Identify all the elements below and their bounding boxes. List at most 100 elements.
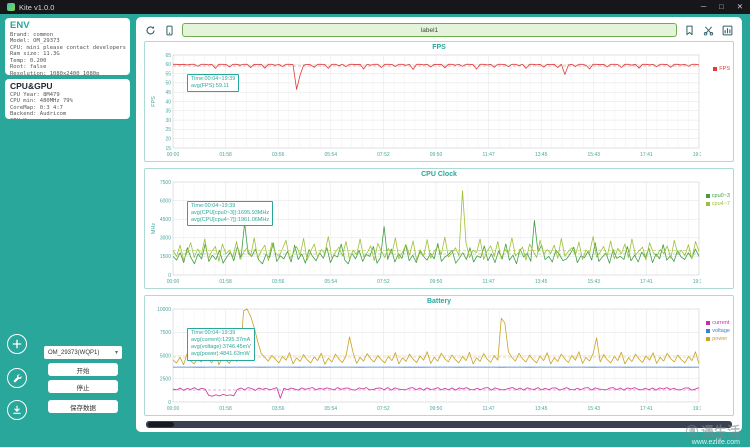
- svg-text:11:47: 11:47: [483, 406, 495, 412]
- legend-swatch-icon: [705, 202, 710, 206]
- svg-text:FPS: FPS: [151, 96, 157, 107]
- add-button[interactable]: [7, 334, 27, 354]
- tooltip-line: avg(FPS):59.11: [191, 83, 230, 90]
- svg-text:45: 45: [165, 90, 171, 96]
- tooltip-line: avg(power):4841.63mW: [191, 351, 250, 358]
- svg-text:19:39: 19:39: [693, 279, 701, 285]
- chart-legend: current voltage power: [706, 320, 730, 342]
- svg-text:13:45: 13:45: [535, 152, 548, 158]
- svg-text:55: 55: [165, 71, 171, 77]
- svg-text:11:47: 11:47: [483, 152, 495, 158]
- cpu-gpu-card-title: CPU&GPU: [10, 81, 53, 91]
- legend-item[interactable]: cpu4~7: [705, 201, 730, 207]
- save-data-button[interactable]: 保存数据: [48, 400, 118, 413]
- legend-swatch-icon: [706, 321, 711, 325]
- svg-text:00:00: 00:00: [167, 152, 180, 158]
- cut-button[interactable]: [702, 24, 715, 37]
- chart-tooltip: Time:00:04~19:39 avg(current):1295.37mA av…: [187, 328, 255, 361]
- env-card-title: ENV: [10, 20, 30, 31]
- watermark-url: www.ezlife.com: [691, 439, 740, 446]
- svg-text:25: 25: [165, 127, 171, 133]
- maximize-button[interactable]: □: [719, 0, 724, 14]
- tooltip-line: avg(CPU[cpu4~7]):1961.06MHz: [191, 217, 270, 224]
- legend-item[interactable]: cpu0~3: [705, 193, 730, 199]
- svg-text:7500: 7500: [160, 330, 171, 336]
- svg-text:05:54: 05:54: [325, 406, 338, 412]
- chart-tooltip: Time:00:04~19:39 avg(FPS):59.11: [187, 74, 240, 93]
- minimize-button[interactable]: ─: [701, 0, 706, 14]
- download-icon: [13, 405, 21, 414]
- svg-text:60: 60: [165, 62, 171, 68]
- title-bar: Kite v1.0.0 ─ □ ✕: [0, 0, 750, 14]
- svg-text:4500: 4500: [160, 217, 171, 223]
- legend-swatch-icon: [706, 337, 711, 341]
- legend-label: voltage: [712, 328, 730, 334]
- svg-text:15:43: 15:43: [588, 279, 601, 285]
- svg-text:17:41: 17:41: [640, 406, 653, 412]
- svg-text:15: 15: [165, 146, 171, 152]
- svg-text:7500: 7500: [160, 180, 171, 186]
- legend-label: cpu4~7: [711, 201, 730, 207]
- tooltip-line: Time:00:04~19:39: [191, 76, 236, 82]
- cpu-gpu-card: CPU&GPU CPU Year: 8M479 CPU min: 480MHz 7…: [5, 79, 130, 119]
- label-input[interactable]: label1: [182, 23, 677, 37]
- fps-plot[interactable]: 65 60 55 50 45 40 35 30 25 20 1500:00 01:58 03:56 05:…: [149, 52, 701, 158]
- cpu-gpu-lines: CPU Year: 8M479 CPU min: 480MHz 79% CoreMa…: [10, 92, 125, 119]
- chart-title: FPS: [432, 44, 446, 51]
- svg-text:13:45: 13:45: [535, 279, 548, 285]
- svg-text:05:54: 05:54: [325, 279, 338, 285]
- svg-text:00:00: 00:00: [167, 406, 180, 412]
- svg-text:15:43: 15:43: [588, 152, 601, 158]
- svg-text:09:50: 09:50: [430, 406, 443, 412]
- svg-text:50: 50: [165, 81, 171, 87]
- scissors-icon: [703, 26, 714, 36]
- device-select[interactable]: OM_29373(WQP1) ▾: [44, 346, 122, 359]
- svg-text:3000: 3000: [160, 236, 171, 242]
- window-controls: ─ □ ✕: [701, 0, 743, 14]
- card-line: Resolution: 1080x2400 1080p: [10, 70, 100, 75]
- scrollbar-handle[interactable]: [148, 422, 174, 427]
- svg-text:05:54: 05:54: [325, 152, 338, 158]
- refresh-button[interactable]: [144, 24, 157, 37]
- start-button[interactable]: 开始: [48, 363, 118, 376]
- legend-label: current: [712, 320, 730, 326]
- wrench-icon: [13, 373, 22, 382]
- legend-swatch-icon: [706, 329, 711, 333]
- legend-item[interactable]: FPS: [713, 66, 730, 72]
- chevron-down-icon: ▾: [114, 350, 118, 356]
- download-button[interactable]: [7, 400, 27, 420]
- close-button[interactable]: ✕: [737, 0, 743, 14]
- bookmark-button[interactable]: [683, 24, 696, 37]
- svg-text:20: 20: [165, 137, 171, 143]
- tooltip-line: Time:00:04~19:39: [191, 330, 236, 336]
- settings-button[interactable]: [7, 368, 27, 388]
- chart-icon: [722, 25, 733, 35]
- plus-icon: [12, 339, 22, 349]
- svg-text:01:58: 01:58: [219, 406, 232, 412]
- main-panel: label1 FPS 65 60 55 50 45 40 35 30 25 20 15 00:00 01…: [136, 17, 742, 432]
- svg-text:19:39: 19:39: [693, 406, 701, 412]
- svg-text:11:47: 11:47: [483, 279, 495, 285]
- chart-export-button[interactable]: [721, 24, 734, 37]
- chart-cpu-clock: CPU Clock 7500 6000 4500 3000 1500 0 00:00 01:5…: [144, 168, 734, 289]
- horizontal-scrollbar[interactable]: [146, 421, 732, 428]
- svg-text:09:50: 09:50: [430, 152, 443, 158]
- stop-button[interactable]: 停止: [48, 380, 118, 393]
- cpu-clock-plot[interactable]: 7500 6000 4500 3000 1500 000:00 01:58 03:56 05:5…: [149, 179, 701, 285]
- legend-item[interactable]: current: [706, 320, 730, 326]
- device-screen-button[interactable]: [163, 24, 176, 37]
- svg-text:03:56: 03:56: [272, 406, 285, 412]
- env-card: ENV Brand: common Model: OM_29373 CPU: min…: [5, 18, 130, 75]
- legend-item[interactable]: power: [706, 336, 730, 342]
- legend-label: power: [712, 336, 728, 342]
- legend-item[interactable]: voltage: [706, 328, 730, 334]
- svg-text:40: 40: [165, 99, 171, 105]
- svg-text:07:52: 07:52: [377, 152, 390, 158]
- svg-text:00:00: 00:00: [167, 279, 180, 285]
- tooltip-line: Time:00:04~19:39: [191, 203, 236, 209]
- svg-text:35: 35: [165, 109, 171, 115]
- svg-text:2500: 2500: [160, 377, 171, 383]
- legend-label: FPS: [719, 66, 730, 72]
- chart-title: CPU Clock: [421, 171, 457, 178]
- chart-toolbar: label1: [144, 22, 734, 38]
